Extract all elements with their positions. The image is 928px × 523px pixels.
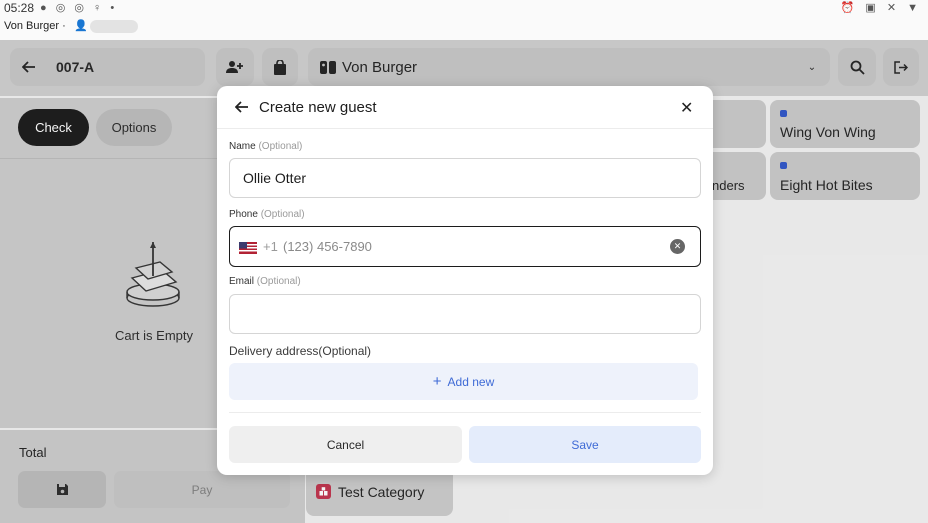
phone-input[interactable]: (123) 456-7890 xyxy=(283,239,372,254)
dialog-title: Create new guest xyxy=(259,99,377,116)
phone-optional-text: (Optional) xyxy=(260,209,305,220)
status-system-icons: ⏰ ▣ ✕ ▼ xyxy=(840,2,922,14)
email-label-text: Email xyxy=(229,276,255,287)
email-label: Email (Optional) xyxy=(229,276,301,287)
cancel-button[interactable]: Cancel xyxy=(229,426,462,463)
status-bar: 05:28 ● ◎ ◎ ♀ • ⏰ ▣ ✕ ▼ Von Burger · 👤 xyxy=(0,0,928,40)
create-guest-dialog: Create new guest ✕ Name (Optional) Ollie… xyxy=(217,86,713,475)
clear-icon[interactable]: ✕ xyxy=(670,239,685,254)
save-button[interactable]: Save xyxy=(469,426,701,463)
status-notification-icons: ● ◎ ◎ ♀ • xyxy=(40,2,118,14)
divider xyxy=(217,128,713,129)
name-label: Name (Optional) xyxy=(229,141,302,152)
divider xyxy=(229,412,701,413)
phone-label-text: Phone xyxy=(229,209,258,220)
app-name: Von Burger · xyxy=(4,20,66,32)
name-optional-text: (Optional) xyxy=(258,141,303,152)
name-value: Ollie Otter xyxy=(243,170,307,186)
back-arrow-icon[interactable] xyxy=(234,100,249,119)
user-name-redacted xyxy=(90,20,138,33)
add-new-address-button[interactable]: + Add new xyxy=(229,363,698,400)
name-label-text: Name xyxy=(229,141,256,152)
email-optional-text: (Optional) xyxy=(256,276,301,287)
phone-field[interactable]: +1 (123) 456-7890 ✕ xyxy=(229,226,701,267)
status-time: 05:28 xyxy=(4,1,35,15)
delivery-address-label: Delivery address(Optional) xyxy=(229,344,372,358)
phone-label: Phone (Optional) xyxy=(229,209,305,220)
user-icon: 👤 xyxy=(74,20,88,32)
add-new-label: Add new xyxy=(447,374,495,389)
name-field[interactable]: Ollie Otter xyxy=(229,158,701,198)
plus-icon: + xyxy=(432,373,442,390)
email-field[interactable] xyxy=(229,294,701,334)
country-code: +1 xyxy=(263,239,278,254)
close-icon[interactable]: ✕ xyxy=(680,98,693,118)
us-flag-icon[interactable] xyxy=(239,241,257,254)
